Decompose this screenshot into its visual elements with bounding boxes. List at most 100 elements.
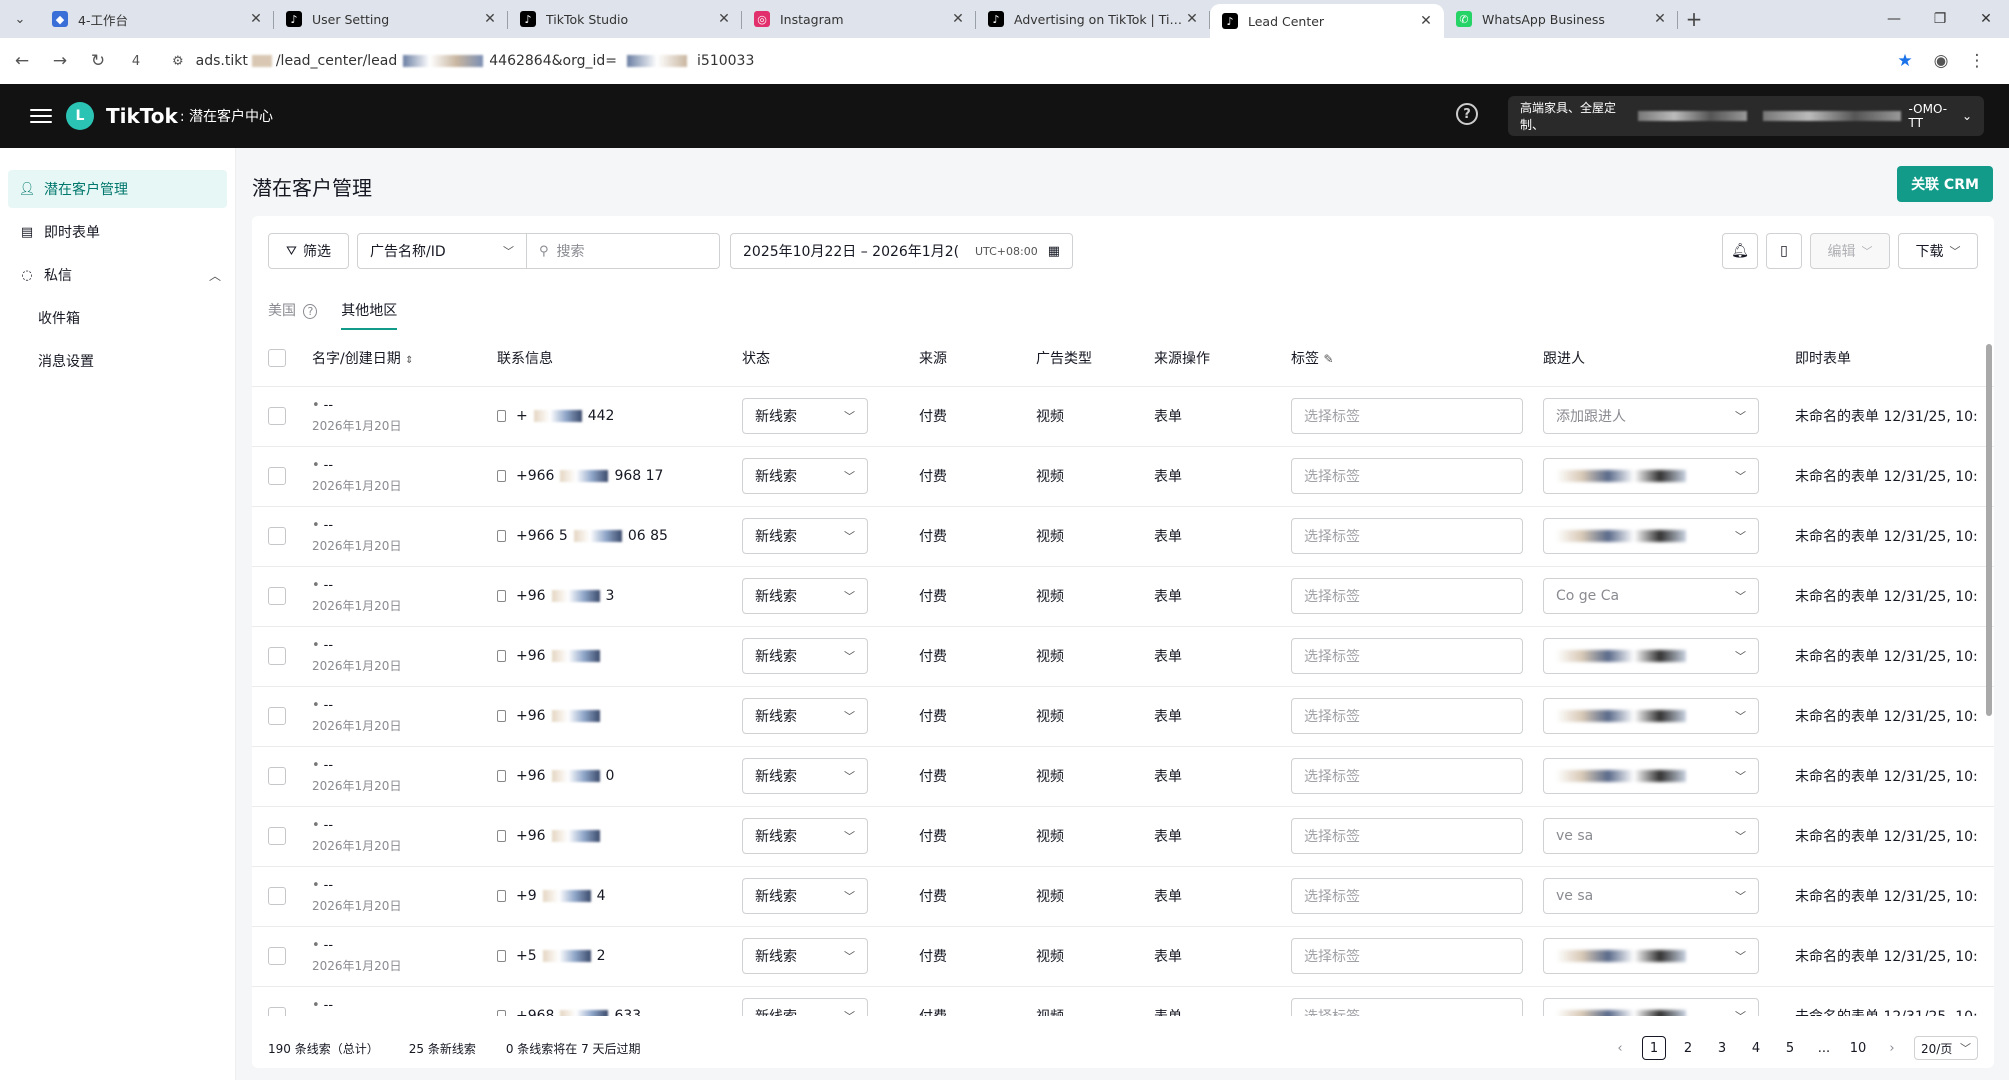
page-size-select[interactable]: 20/页 ﹀ xyxy=(1914,1036,1978,1060)
bookmark-star-icon[interactable]: ★ xyxy=(1887,51,1923,71)
browser-tab[interactable]: ✆ WhatsApp Business ✕ xyxy=(1444,0,1678,38)
follower-select[interactable]: ﹀ xyxy=(1543,758,1759,794)
ad-name-select[interactable]: 广告名称/ID ﹀ xyxy=(357,233,527,269)
tag-select[interactable]: 选择标签 xyxy=(1291,938,1523,974)
tag-select[interactable]: 选择标签 xyxy=(1291,878,1523,914)
sidebar-subitem-inbox[interactable]: 收件箱 xyxy=(8,299,227,337)
follower-select[interactable]: 添加跟进人 ﹀ xyxy=(1543,398,1759,434)
browser-tab[interactable]: ♪ Advertising on TikTok | TikTok A✕ xyxy=(976,0,1210,38)
hamburger-menu-icon[interactable] xyxy=(30,109,52,123)
row-checkbox[interactable] xyxy=(268,767,286,785)
prev-page-icon[interactable]: ‹ xyxy=(1608,1036,1632,1060)
follower-select[interactable]: ﹀ xyxy=(1543,518,1759,554)
tag-select[interactable]: 选择标签 xyxy=(1291,818,1523,854)
browser-tab[interactable]: ♪ User Setting ✕ xyxy=(274,0,508,38)
status-select[interactable]: 新线索 ﹀ xyxy=(742,458,868,494)
browser-tab[interactable]: ♪ TikTok Studio ✕ xyxy=(508,0,742,38)
url-field[interactable]: ⚙ ads.tikt /lead_center/lead 4462864&org… xyxy=(164,44,1887,78)
close-window-icon[interactable]: ✕ xyxy=(1963,0,2009,38)
tag-select[interactable]: 选择标签 xyxy=(1291,578,1523,614)
sidebar-subitem-message-settings[interactable]: 消息设置 xyxy=(8,342,227,380)
row-checkbox[interactable] xyxy=(268,947,286,965)
close-icon[interactable]: ✕ xyxy=(950,11,966,27)
table-row[interactable]: -- 2026年1月20日 +96 0 新线索 ﹀ 付费视频表单选择标签 ﹀ 未命名的表单 12… xyxy=(252,746,1994,807)
table-row[interactable]: -- 2026年1月20日 +966 968 17 新线索 ﹀ 付费视频表单选择标签 ﹀ 未命名… xyxy=(252,446,1994,507)
close-icon[interactable]: ✕ xyxy=(482,11,498,27)
instant-form-cell[interactable]: 未命名的表单 12/31/25, 10: xyxy=(1795,926,1994,987)
row-checkbox[interactable] xyxy=(268,527,286,545)
lead-name[interactable]: -- xyxy=(312,398,497,413)
table-row[interactable]: -- 2026年1月20日 +9 4 新线索 ﹀ 付费视频表单选择标签 ve sa ﹀ 未命名的表… xyxy=(252,866,1994,927)
row-checkbox[interactable] xyxy=(268,587,286,605)
follower-select[interactable]: ve sa ﹀ xyxy=(1543,818,1759,854)
close-icon[interactable]: ✕ xyxy=(1184,11,1200,27)
table-row[interactable]: -- 2026年1月20日 +442 新线索 ﹀ 付费视频表单选择标签 添加跟进人 ﹀ 未命名的… xyxy=(252,386,1994,447)
close-icon[interactable]: ✕ xyxy=(716,11,732,27)
page-number[interactable]: 4 xyxy=(1744,1036,1768,1060)
follower-select[interactable]: Co ge Ca ﹀ xyxy=(1543,578,1759,614)
lead-name[interactable]: -- xyxy=(312,698,497,713)
status-select[interactable]: 新线索 ﹀ xyxy=(742,878,868,914)
lead-name[interactable]: -- xyxy=(312,758,497,773)
edit-button[interactable]: 编辑 ﹀ xyxy=(1810,233,1890,269)
select-all-checkbox[interactable] xyxy=(268,348,286,367)
lead-name[interactable]: -- xyxy=(312,458,497,473)
follower-select[interactable]: ﹀ xyxy=(1543,938,1759,974)
table-row[interactable]: -- 2026年1月20日 +96 新线索 ﹀ 付费视频表单选择标签 ﹀ 未命名的表单 12/… xyxy=(252,686,1994,747)
back-icon[interactable]: ← xyxy=(6,45,38,77)
close-icon[interactable]: ✕ xyxy=(248,11,264,27)
sidebar-item-lead-management[interactable]: 👤︎ 潜在客户管理 xyxy=(8,170,227,208)
sidebar-item-messages[interactable]: ◌ 私信 ︿ xyxy=(8,256,227,294)
instant-form-cell[interactable]: 未命名的表单 12/31/25, 10: xyxy=(1795,986,1994,1016)
tab-us[interactable]: 美国 ? xyxy=(268,300,318,330)
instant-form-cell[interactable]: 未命名的表单 12/31/25, 10: xyxy=(1795,446,1994,507)
profile-icon[interactable]: ◉ xyxy=(1923,51,1959,71)
browser-tab[interactable]: ◎ Instagram ✕ xyxy=(742,0,976,38)
browser-tab[interactable]: ◆ 4-工作台 ✕ xyxy=(40,0,274,38)
lead-name[interactable]: -- xyxy=(312,518,497,533)
table-row[interactable]: -- 2026年1月20日 +96 3 新线索 ﹀ 付费视频表单选择标签 Co ge Ca ﹀ 未… xyxy=(252,566,1994,627)
column-header-name[interactable]: 名字/创建日期 ⇕ xyxy=(312,330,497,387)
follower-select[interactable]: ﹀ xyxy=(1543,698,1759,734)
tab-other-regions[interactable]: 其他地区 xyxy=(341,300,398,330)
table-row[interactable]: --2026年1月20日+968633新线索﹀付费视频表单选择标签﹀未命名的表单… xyxy=(252,986,1994,1016)
row-checkbox[interactable] xyxy=(268,647,286,665)
status-select[interactable]: 新线索 ﹀ xyxy=(742,638,868,674)
minimize-icon[interactable]: — xyxy=(1871,0,1917,38)
close-icon[interactable]: ✕ xyxy=(1418,13,1434,29)
status-select[interactable]: 新线索 ﹀ xyxy=(742,818,868,854)
row-checkbox[interactable] xyxy=(268,707,286,725)
row-checkbox[interactable] xyxy=(268,407,286,425)
browser-tab[interactable]: ♪ Lead Center ✕ xyxy=(1210,4,1444,38)
lead-name[interactable]: -- xyxy=(312,578,497,593)
instant-form-cell[interactable]: 未命名的表单 12/31/25, 10: xyxy=(1795,626,1994,687)
tag-select[interactable]: 选择标签 xyxy=(1291,398,1523,434)
tag-select[interactable]: 选择标签 xyxy=(1291,758,1523,794)
table-row[interactable]: -- 2026年1月20日 +966 5 06 85 新线索 ﹀ 付费视频表单选择标签 ﹀ 未命… xyxy=(252,506,1994,567)
instant-form-cell[interactable]: 未命名的表单 12/31/25, 10: xyxy=(1795,686,1994,747)
row-checkbox[interactable] xyxy=(268,887,286,905)
instant-form-cell[interactable]: 未命名的表单 12/31/25, 10: xyxy=(1795,386,1994,447)
tag-select[interactable]: 选择标签 xyxy=(1291,998,1523,1016)
table-row[interactable]: -- 2026年1月20日 +96 新线索 ﹀ 付费视频表单选择标签 ﹀ 未命名的表单 12/… xyxy=(252,626,1994,687)
page-number[interactable]: 3 xyxy=(1710,1036,1734,1060)
lead-name[interactable]: -- xyxy=(312,818,497,833)
status-select[interactable]: 新线索 ﹀ xyxy=(742,938,868,974)
account-selector[interactable]: 高端家具、全屋定制、 -OMO-TT ⌄ xyxy=(1508,96,1984,136)
instant-form-cell[interactable]: 未命名的表单 12/31/25, 10: xyxy=(1795,806,1994,867)
vertical-scrollbar[interactable] xyxy=(1984,330,1994,1020)
page-number[interactable]: 2 xyxy=(1676,1036,1700,1060)
sidebar-item-instant-form[interactable]: ▤ 即时表单 xyxy=(8,213,227,251)
help-icon[interactable]: ? xyxy=(1456,103,1478,125)
tag-select[interactable]: 选择标签 xyxy=(1291,458,1523,494)
tab-search-chevron-icon[interactable]: ⌄ xyxy=(0,0,40,38)
more-menu-icon[interactable]: ⋮ xyxy=(1959,51,1995,71)
lead-name[interactable]: -- xyxy=(312,638,497,653)
instant-form-cell[interactable]: 未命名的表单 12/31/25, 10: xyxy=(1795,866,1994,927)
status-select[interactable]: 新线索 ﹀ xyxy=(742,578,868,614)
reload-icon[interactable]: ↻ xyxy=(82,45,114,77)
download-button[interactable]: 下载 ﹀ xyxy=(1898,233,1978,269)
row-checkbox[interactable] xyxy=(268,467,286,485)
filter-button[interactable]: ⛛ 筛选 xyxy=(268,233,349,269)
document-button[interactable]: ▯ xyxy=(1766,233,1802,269)
